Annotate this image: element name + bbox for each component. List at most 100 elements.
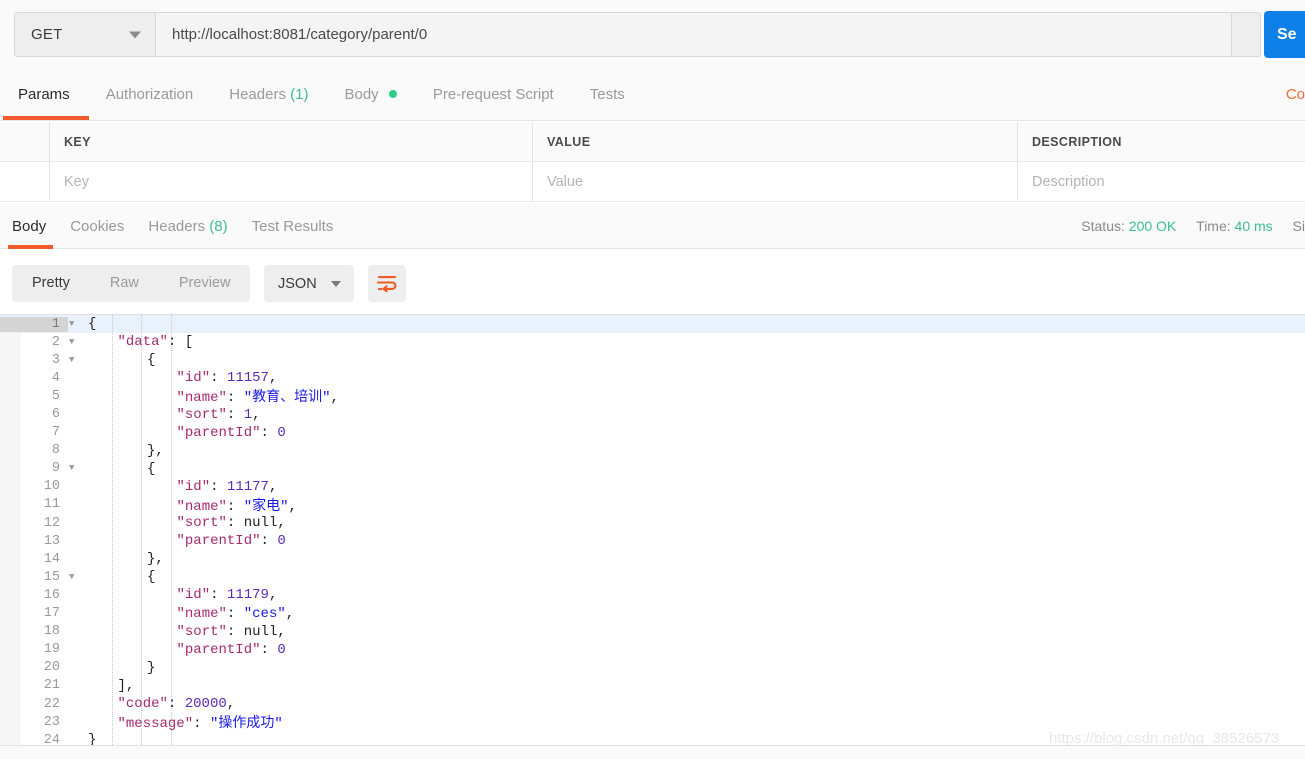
line-number: 5 [51, 388, 60, 404]
code-token: : [226, 498, 244, 515]
fold-toggle-icon[interactable]: ▼ [68, 464, 82, 473]
code-token: { [147, 460, 156, 477]
view-mode-pretty[interactable]: Pretty [12, 265, 90, 302]
code-token: , [268, 587, 278, 604]
params-row-checkbox[interactable] [0, 162, 50, 201]
view-mode-raw[interactable]: Raw [90, 265, 159, 302]
code-line[interactable]: 24} [0, 731, 1305, 745]
response-tab-test-results-label: Test Results [251, 218, 334, 235]
code-line[interactable]: 5 "name": "教育、培训", [0, 387, 1305, 407]
code-line[interactable]: 22 "code": 20000, [0, 695, 1305, 713]
line-number: 3 [51, 352, 60, 368]
code-token: : [226, 605, 244, 622]
code-line[interactable]: 15 ▼ { [0, 568, 1305, 586]
tab-tests[interactable]: Tests [590, 69, 625, 121]
fold-toggle-icon[interactable]: ▼ [68, 355, 82, 365]
fold-toggle-icon[interactable]: ▼ [68, 319, 82, 329]
code-line-text: "sort": 1, [82, 407, 261, 423]
code-line[interactable]: 16 "id": 11179, [0, 586, 1305, 604]
line-number: 2 [51, 334, 60, 350]
tab-headers[interactable]: Headers (1) [229, 69, 308, 121]
time-label: Time: [1196, 218, 1231, 234]
response-body-code-viewer[interactable]: 1 ▼{2 ▼ "data": [3 ▼{4 "id": 11157, 5 "name": "… [0, 314, 1305, 745]
params-header-checkbox-cell [0, 122, 50, 161]
code-token: ], [117, 677, 135, 694]
fold-toggle-icon[interactable]: ▼ [68, 572, 82, 582]
code-line-text: "parentId": 0 [82, 425, 286, 441]
tab-body-label: Body [344, 86, 379, 103]
http-method-dropdown[interactable]: GET [14, 12, 155, 57]
code-line[interactable]: 19 "parentId": 0 [0, 641, 1305, 659]
code-line-text: { [82, 569, 155, 585]
tab-body[interactable]: Body [344, 69, 397, 121]
params-table-row: Key Value Description [0, 162, 1305, 202]
send-options-dropdown[interactable] [1231, 12, 1261, 57]
code-token: , [252, 406, 261, 423]
params-header-value: VALUE [533, 122, 1018, 161]
code-line[interactable]: 23 "message": "操作成功" [0, 713, 1305, 733]
code-token: : [260, 641, 278, 658]
params-description-input[interactable]: Description [1018, 162, 1305, 201]
code-line[interactable]: 13 "parentId": 0 [0, 532, 1305, 550]
time-value: 40 ms [1234, 218, 1273, 234]
code-line-text: { [82, 316, 96, 332]
params-header-key: KEY [50, 122, 533, 161]
code-token: : [226, 515, 244, 532]
code-token: , [330, 390, 339, 407]
code-line[interactable]: 6 "sort": 1, [0, 405, 1305, 423]
params-key-input[interactable]: Key [50, 162, 533, 201]
code-token: null [243, 623, 278, 640]
line-number: 11 [43, 497, 60, 513]
code-line[interactable]: 9 ▼ { [0, 460, 1305, 478]
code-token: , [277, 515, 286, 532]
response-tabstrip: Body Cookies Headers (8) Test Results [0, 204, 345, 249]
code-line[interactable]: 3 ▼ { [0, 351, 1305, 369]
response-tab-cookies[interactable]: Cookies [70, 204, 124, 249]
line-number: 1 [0, 316, 68, 332]
code-token: : [ [167, 334, 194, 351]
response-tab-headers-label: Headers [148, 218, 206, 235]
response-tab-test-results[interactable]: Test Results [252, 204, 334, 249]
line-number: 13 [43, 533, 60, 549]
send-button[interactable]: Se [1264, 11, 1305, 58]
code-token: : [260, 533, 278, 550]
code-line[interactable]: 20} [0, 659, 1305, 677]
code-line[interactable]: 4 "id": 11157, [0, 369, 1305, 387]
line-number: 12 [43, 515, 60, 531]
code-line[interactable]: 7 "parentId": 0 [0, 424, 1305, 442]
code-line[interactable]: 11 "name": "家电", [0, 496, 1305, 515]
response-tab-body[interactable]: Body [12, 204, 46, 249]
code-line[interactable]: 14}, [0, 550, 1305, 568]
request-url-input[interactable]: http://localhost:8081/category/parent/0 [155, 12, 1251, 57]
code-line[interactable]: 21], [0, 677, 1305, 695]
code-line[interactable]: 12 "sort": null, [0, 514, 1305, 532]
code-line[interactable]: 10 "id": 11177, [0, 478, 1305, 496]
tab-pre-request-script[interactable]: Pre-request Script [433, 69, 554, 121]
tab-tests-label: Tests [589, 86, 625, 103]
params-value-input[interactable]: Value [533, 162, 1018, 201]
code-token: : [193, 716, 210, 733]
code-token: "家电" [243, 498, 289, 515]
response-tab-headers[interactable]: Headers (8) [148, 204, 227, 249]
word-wrap-button[interactable] [368, 265, 406, 302]
fold-toggle-icon[interactable]: ▼ [68, 337, 82, 347]
code-line-text: { [82, 352, 155, 368]
code-line[interactable]: 8}, [0, 442, 1305, 460]
code-token: "id" [176, 587, 211, 604]
cookies-link[interactable]: Co [1286, 69, 1305, 121]
response-format-dropdown[interactable]: JSON [264, 265, 354, 302]
view-mode-preview[interactable]: Preview [159, 265, 251, 302]
code-token: "教育、培训" [243, 390, 331, 407]
code-line-text: "id": 11177, [82, 479, 278, 495]
code-line[interactable]: 1 ▼ { [0, 315, 1305, 334]
code-line[interactable]: 2 ▼ "data": [ [0, 333, 1305, 351]
response-tabs-bar: Body Cookies Headers (8) Test Results St… [0, 204, 1305, 249]
tab-authorization[interactable]: Authorization [106, 69, 194, 121]
code-line[interactable]: 18 "sort": null, [0, 623, 1305, 641]
code-token: 0 [277, 533, 286, 550]
code-token: null [243, 515, 278, 532]
code-line-text: } [82, 660, 155, 676]
tab-params[interactable]: Params [18, 69, 70, 121]
code-line[interactable]: 17 "name": "ces", [0, 605, 1305, 623]
code-token: : [260, 424, 278, 441]
